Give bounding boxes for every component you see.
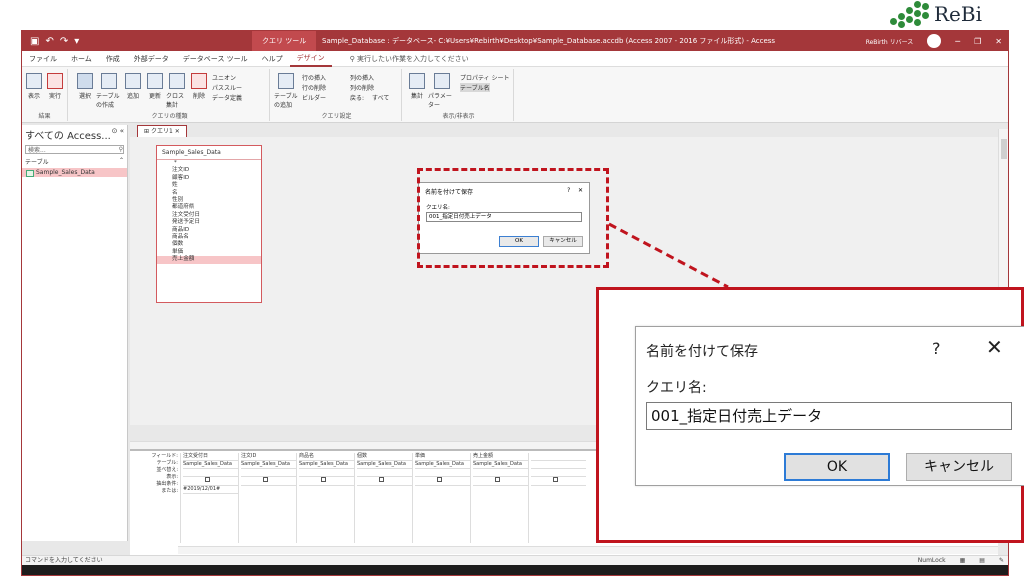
ok-button[interactable]: OK: [784, 453, 890, 481]
query-name-label: クエリ名:: [646, 380, 707, 396]
page: ReBi ▣ ↶ ↷ ▾ クエリ ツール Sample_Database : デ…: [0, 0, 1024, 576]
save-as-dialog: 名前を付けて保存 ? ✕ クエリ名: 001_指定日付売上データ OK キャンセ…: [635, 326, 1024, 486]
help-icon[interactable]: ?: [932, 339, 941, 358]
zoom-callout-frame: 名前を付けて保存 ? ✕ クエリ名: 001_指定日付売上データ OK キャンセ…: [596, 287, 1024, 543]
cancel-button[interactable]: キャンセル: [906, 453, 1012, 481]
query-name-input[interactable]: 001_指定日付売上データ: [646, 402, 1012, 430]
close-icon[interactable]: ✕: [986, 335, 1003, 359]
callout-line: [608, 222, 729, 289]
dialog-title: 名前を付けて保存: [646, 344, 758, 360]
